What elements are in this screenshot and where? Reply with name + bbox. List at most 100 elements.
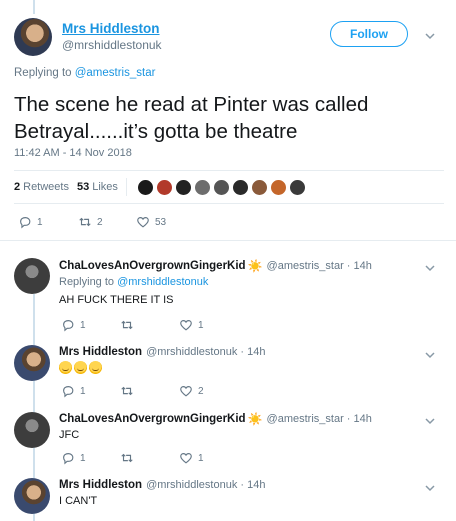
reply-action[interactable]: 1: [18, 215, 78, 229]
reply-actions: 1 1: [61, 318, 204, 332]
like-action[interactable]: 1: [179, 451, 204, 465]
chevron-down-icon[interactable]: [424, 349, 436, 361]
reply-icon: [63, 386, 74, 398]
replying-to: Replying to @mrshiddlestonuk: [59, 276, 208, 288]
reply-actions: 1 1: [61, 451, 204, 465]
liker-avatar[interactable]: [231, 178, 249, 196]
reply-icon: [63, 453, 74, 465]
reply-icon: [63, 320, 74, 332]
relieved-face-emoji-icon: [59, 361, 72, 374]
replying-to-link[interactable]: @mrshiddlestonuk: [117, 276, 208, 288]
reply-author-name: ChaLovesAnOvergrownGingerKid: [59, 413, 246, 425]
reply-author[interactable]: ChaLovesAnOvergrownGingerKid ☀️ @amestri…: [59, 259, 372, 273]
reply-text: JFC: [59, 429, 80, 441]
chevron-down-icon[interactable]: [424, 482, 436, 494]
reply-author[interactable]: Mrs Hiddleston @mrshiddlestonuk · 14h: [59, 346, 265, 358]
reply-action[interactable]: 1: [61, 384, 120, 398]
liker-avatar[interactable]: [212, 178, 230, 196]
reply-count: 1: [80, 385, 86, 397]
like-count: 1: [198, 452, 204, 464]
divider: [14, 170, 444, 171]
reply-text: AH FUCK THERE IT IS: [59, 294, 174, 306]
reply-author[interactable]: ChaLovesAnOvergrownGingerKid ☀️ @amestri…: [59, 412, 372, 426]
like-count: 2: [198, 385, 204, 397]
reply-count: 1: [80, 319, 86, 331]
replying-to-link[interactable]: @amestris_star: [75, 67, 156, 79]
reply-author[interactable]: Mrs Hiddleston @mrshiddlestonuk · 14h: [59, 479, 265, 491]
replying-prefix: Replying to: [59, 276, 118, 288]
like-action[interactable]: 2: [179, 384, 204, 398]
reply-action[interactable]: 1: [61, 318, 120, 332]
retweets-count: 2: [14, 181, 21, 193]
liker-avatar[interactable]: [174, 178, 192, 196]
liker-avatar[interactable]: [136, 178, 154, 196]
reply-meta: @mrshiddlestonuk · 14h: [146, 346, 266, 358]
likes-count: 53: [76, 181, 90, 193]
relieved-face-emoji-icon: [89, 361, 102, 374]
author-handle[interactable]: @mrshiddlestonuk: [62, 38, 162, 52]
liker-avatar[interactable]: [155, 178, 173, 196]
liker-avatar[interactable]: [269, 178, 287, 196]
retweet-action[interactable]: 2: [78, 215, 136, 229]
retweets-stat[interactable]: 2 Retweets: [14, 181, 69, 193]
tweet-text: The scene he read at Pinter was called B…: [14, 91, 434, 145]
retweet-icon: [121, 453, 133, 463]
author-display-name[interactable]: Mrs Hiddleston: [62, 21, 160, 36]
reply-count: 1: [37, 216, 43, 228]
sun-icon: ☀️: [247, 412, 263, 426]
reply-text: I CAN'T: [59, 495, 98, 507]
replying-to: Replying to @amestris_star: [14, 67, 155, 79]
retweet-action[interactable]: [120, 318, 179, 332]
reply-author-name: ChaLovesAnOvergrownGingerKid: [59, 260, 246, 272]
tweet-text-line-1: The scene he read at Pinter was called: [14, 93, 369, 116]
heart-icon: [137, 217, 149, 228]
avatar[interactable]: [14, 478, 50, 514]
retweet-icon: [121, 386, 133, 396]
likes-label: Likes: [92, 181, 118, 193]
reply-emoji-text: [59, 361, 104, 374]
liker-avatar[interactable]: [250, 178, 268, 196]
liker-avatars: [136, 178, 308, 196]
stats-separator: [125, 178, 127, 196]
tweet-text-line-2: Betrayal......it’s gotta be theatre: [14, 120, 298, 143]
reply-author-name: Mrs Hiddleston: [59, 479, 143, 491]
reply-author-name: Mrs Hiddleston: [59, 346, 143, 358]
retweet-action[interactable]: [120, 451, 179, 465]
tweet-timestamp[interactable]: 11:42 AM - 14 Nov 2018: [14, 147, 132, 159]
reply-action[interactable]: 1: [61, 451, 120, 465]
like-action[interactable]: 53: [136, 215, 166, 229]
like-count: 1: [198, 319, 204, 331]
retweet-action[interactable]: [120, 384, 179, 398]
likes-stat[interactable]: 53 Likes: [77, 181, 118, 193]
retweet-count: 2: [97, 216, 103, 228]
liker-avatar[interactable]: [193, 178, 211, 196]
tweet-stats: 2 Retweets 53 Likes: [14, 178, 308, 196]
divider: [0, 240, 456, 241]
replying-prefix: Replying to: [14, 67, 75, 79]
divider: [14, 203, 444, 204]
reply-icon: [20, 217, 31, 229]
follow-button[interactable]: Follow: [330, 21, 408, 47]
reply-meta: @amestris_star · 14h: [266, 413, 372, 425]
retweet-icon: [121, 320, 133, 330]
retweet-icon: [79, 217, 91, 227]
chevron-down-icon[interactable]: [424, 262, 436, 274]
heart-icon: [180, 386, 192, 397]
avatar[interactable]: [14, 345, 50, 381]
like-action[interactable]: 1: [179, 318, 204, 332]
reply-count: 1: [80, 452, 86, 464]
liker-avatar[interactable]: [288, 178, 306, 196]
reply-meta: @amestris_star · 14h: [266, 260, 372, 272]
avatar[interactable]: [14, 18, 52, 56]
heart-icon: [180, 453, 192, 464]
avatar[interactable]: [14, 258, 50, 294]
reply-meta: @mrshiddlestonuk · 14h: [146, 479, 266, 491]
tweet-actions: 1 2 53: [18, 215, 166, 229]
sun-icon: ☀️: [247, 259, 263, 273]
chevron-down-icon[interactable]: [424, 30, 436, 42]
chevron-down-icon[interactable]: [424, 415, 436, 427]
reply-actions: 1 2: [61, 384, 204, 398]
avatar[interactable]: [14, 412, 50, 448]
thread-line-top: [33, 0, 35, 14]
relieved-face-emoji-icon: [74, 361, 87, 374]
